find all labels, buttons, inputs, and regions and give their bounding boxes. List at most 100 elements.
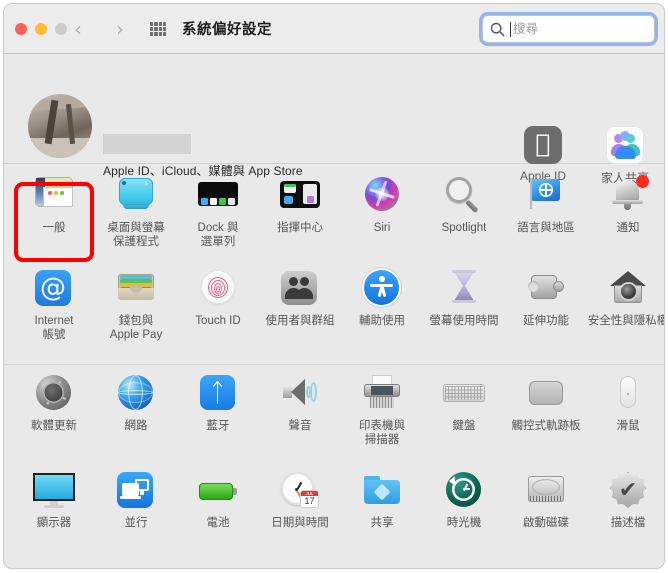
pref-item-users-groups[interactable]: 使用者與群組 (259, 268, 341, 329)
pref-item-time-machine[interactable]: 時光機 (423, 470, 505, 531)
section-separator (4, 364, 664, 365)
pref-item-label: 觸控式軌跡板 (511, 420, 581, 432)
pref-item-security-privacy[interactable]: 安全性與隱私權 (587, 268, 664, 329)
dock-icon (195, 175, 241, 219)
show-all-grid-icon[interactable] (150, 22, 166, 36)
pref-item-label: 螢幕使用時間 (429, 315, 499, 327)
close-button[interactable] (15, 23, 27, 35)
pref-item-language-region[interactable]: 語言與地區 (505, 175, 587, 236)
pref-item-label: Dock 與 選單列 (197, 222, 239, 248)
pref-item-printers-scanners[interactable]: 印表機與 掃描器 (341, 373, 423, 447)
startup-disk-icon (523, 470, 569, 514)
apple-logo-icon:  (524, 126, 562, 164)
pref-item-label: 鍵盤 (452, 420, 476, 432)
pref-item-label: 時光機 (446, 517, 482, 529)
minimize-button[interactable] (35, 23, 47, 35)
pref-item-wallet[interactable]: 錢包與 Apple Pay (95, 268, 177, 342)
pref-item-label: 延伸功能 (523, 315, 569, 327)
accessibility-icon (359, 268, 405, 312)
profiles-icon: ✔ (605, 470, 651, 514)
pref-item-label: 顯示器 (36, 517, 72, 529)
touch-id-icon (195, 268, 241, 312)
pref-item-extensions[interactable]: 延伸功能 (505, 268, 587, 329)
pref-item-network[interactable]: 網路 (95, 373, 177, 434)
mission-control-icon (277, 175, 323, 219)
apple-id-account-row[interactable]: Apple ID、iCloud、媒體與 App Store  Apple ID… (4, 54, 664, 185)
notifications-bell-icon (605, 175, 651, 219)
pref-item-label: 聲音 (288, 420, 312, 432)
internet-accounts-icon: @ (31, 268, 77, 312)
pref-item-label: 共享 (370, 517, 394, 529)
pref-item-keyboard[interactable]: 鍵盤 (423, 373, 505, 434)
page-title: 系統偏好設定 (182, 22, 272, 38)
pref-item-label: 錢包與 Apple Pay (109, 315, 163, 341)
pref-item-desktop-screensaver[interactable]: 桌面與螢幕 保護程式 (95, 175, 177, 249)
family-sharing-icon (606, 126, 644, 164)
pref-item-internet-accounts[interactable]: @ Internet 帳號 (13, 268, 95, 342)
search-caret (510, 22, 511, 37)
pref-item-notifications[interactable]: 通知 (587, 175, 664, 236)
pref-item-label: Spotlight (441, 222, 487, 234)
pref-item-label: Touch ID (195, 315, 241, 327)
pref-item-parallels[interactable]: 並行 (95, 470, 177, 531)
pref-item-profiles[interactable]: ✔ 描述檔 (587, 470, 664, 531)
pref-item-label: 並行 (124, 517, 148, 529)
pref-item-software-update[interactable]: 軟體更新 (13, 373, 95, 434)
pref-item-touch-id[interactable]: Touch ID (177, 268, 259, 329)
trackpad-icon (523, 373, 569, 417)
pref-item-sound[interactable]: 聲音 (259, 373, 341, 434)
pref-item-trackpad[interactable]: 觸控式軌跡板 (505, 373, 587, 434)
pref-item-label: 指揮中心 (277, 222, 323, 234)
pref-item-label: 滑鼠 (616, 420, 640, 432)
software-update-icon (31, 373, 77, 417)
date-time-icon: JUL 17 (277, 470, 323, 514)
bluetooth-icon: ᛏ (195, 373, 241, 417)
pref-item-label: Internet 帳號 (34, 315, 74, 341)
forward-button[interactable]: › (109, 17, 131, 41)
pref-item-label: 一般 (42, 222, 66, 234)
parallels-icon (113, 470, 159, 514)
users-groups-icon (277, 268, 323, 312)
pref-item-spotlight[interactable]: Spotlight (423, 175, 505, 236)
pref-item-label: 使用者與群組 (265, 315, 335, 327)
pref-item-label: 藍牙 (206, 420, 230, 432)
pref-item-label: 印表機與 掃描器 (359, 420, 405, 446)
security-privacy-icon (605, 268, 651, 312)
pref-item-screen-time[interactable]: 螢幕使用時間 (423, 268, 505, 329)
pref-item-siri[interactable]: Siri (341, 175, 423, 236)
search-icon (490, 22, 505, 37)
avatar[interactable] (28, 94, 92, 158)
pref-item-startup-disk[interactable]: 啟動磁碟 (505, 470, 587, 531)
window-toolbar: ‹ › 系統偏好設定 搜尋 (4, 4, 664, 54)
sound-speaker-icon (277, 373, 323, 417)
pref-item-bluetooth[interactable]: ᛏ 藍牙 (177, 373, 259, 434)
keyboard-icon (441, 373, 487, 417)
zoom-button[interactable] (55, 23, 67, 35)
sharing-folder-icon (359, 470, 405, 514)
language-region-icon (523, 175, 569, 219)
pref-item-dock[interactable]: Dock 與 選單列 (177, 175, 259, 249)
back-button[interactable]: ‹ (67, 17, 89, 41)
pref-item-sharing[interactable]: 共享 (341, 470, 423, 531)
pref-item-label: 日期與時間 (271, 517, 329, 529)
pref-item-general[interactable]: 一般 (13, 175, 95, 236)
search-placeholder: 搜尋 (513, 22, 539, 36)
general-icon (31, 175, 77, 219)
pref-item-mission-control[interactable]: 指揮中心 (259, 175, 341, 236)
pref-item-displays[interactable]: 顯示器 (13, 470, 95, 531)
pref-item-accessibility[interactable]: 輔助使用 (341, 268, 423, 329)
pref-item-label: 語言與地區 (517, 222, 575, 234)
pref-item-mouse[interactable]: 滑鼠 (587, 373, 664, 434)
wallet-applepay-icon (113, 268, 159, 312)
pref-item-label: 網路 (124, 420, 148, 432)
pref-item-date-time[interactable]: JUL 17 日期與時間 (259, 470, 341, 531)
pref-item-label: 啟動磁碟 (523, 517, 569, 529)
search-field[interactable]: 搜尋 (482, 15, 655, 43)
pref-item-label: 桌面與螢幕 保護程式 (107, 222, 165, 248)
pref-item-label: 描述檔 (610, 517, 646, 529)
pref-item-battery[interactable]: 電池 (177, 470, 259, 531)
extensions-puzzle-icon (523, 268, 569, 312)
pref-item-label: 軟體更新 (31, 420, 77, 432)
mouse-icon (605, 373, 651, 417)
battery-icon (195, 470, 241, 514)
